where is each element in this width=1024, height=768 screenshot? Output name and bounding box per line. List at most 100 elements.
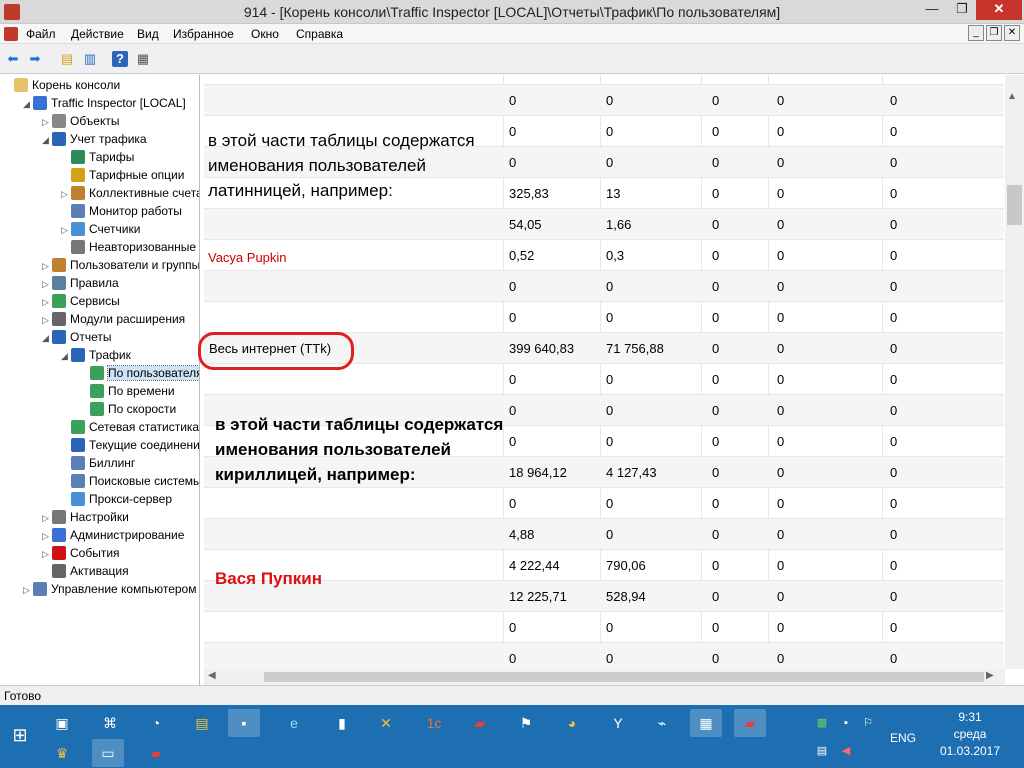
table-row[interactable] [204, 75, 1004, 85]
mmc-icon[interactable]: ▦ [690, 709, 722, 737]
tree-node[interactable]: ▷ Объекты [42, 112, 120, 130]
tree-node[interactable]: Монитор работы [61, 202, 182, 220]
traffic-inspector-icon[interactable]: ▰ [464, 709, 496, 737]
expand-arrow-icon[interactable]: ▷ [42, 257, 52, 275]
tree-node[interactable]: ▷ Коллективные счета [61, 184, 199, 203]
table-row[interactable]: 000000 [204, 271, 1004, 302]
tree-node[interactable]: ◢ Трафик [61, 346, 131, 364]
scroll-up-icon[interactable]: ▲ [1007, 91, 1017, 102]
tree-node[interactable]: Поисковые системы [61, 472, 199, 490]
save-icon[interactable]: ▪ [228, 709, 260, 737]
tree-node[interactable]: По времени [80, 382, 175, 400]
tree-node[interactable]: Неавторизованные IP [61, 238, 199, 256]
server-manager-icon[interactable]: ▣ [46, 709, 78, 737]
tray-network-icon[interactable]: ▤ [812, 737, 832, 765]
terminal-icon[interactable]: ▮ [326, 709, 358, 737]
tree-node[interactable]: ▷ Настройки [42, 508, 129, 526]
forward-icon[interactable]: ➡ [27, 51, 43, 67]
back-icon[interactable]: ⬅ [5, 51, 21, 67]
tree-node[interactable]: По скорости [80, 400, 176, 418]
tree-node[interactable]: Корень консоли [4, 76, 120, 94]
tree-node[interactable]: Тарифные опции [61, 166, 184, 184]
table-row[interactable]: 000000 [204, 302, 1004, 333]
expand-arrow-icon[interactable]: ▷ [42, 311, 52, 329]
expand-arrow-icon[interactable]: ▷ [42, 509, 52, 527]
expand-arrow-icon[interactable]: ▷ [61, 185, 71, 203]
expand-arrow-icon[interactable]: ▷ [42, 113, 52, 131]
table-row[interactable]: 0,520,30000. [204, 240, 1004, 271]
scroll-left-icon[interactable]: ◀ [208, 670, 216, 681]
expand-arrow-icon[interactable]: ▷ [42, 293, 52, 311]
expand-arrow-icon[interactable]: ◢ [42, 329, 52, 347]
expand-arrow-icon[interactable]: ▷ [42, 527, 52, 545]
tray-monitor-icon[interactable]: ▩ [812, 709, 832, 737]
tree-node[interactable]: По пользователям [80, 364, 199, 382]
menu-action[interactable]: Действие [71, 27, 124, 41]
clock[interactable]: 9:31 среда 01.03.2017 [930, 709, 1010, 760]
expand-arrow-icon[interactable]: ◢ [42, 131, 52, 149]
table-row[interactable]: 12 225,71528,9400012 [204, 581, 1004, 612]
horizontal-scrollbar[interactable]: ◀ ▶ [204, 669, 1005, 685]
tree-node[interactable]: Биллинг [61, 454, 135, 472]
table-row[interactable]: 000000 [204, 488, 1004, 519]
mdi-restore-button[interactable]: ❐ [986, 25, 1002, 41]
scroll-thumb[interactable] [1007, 185, 1022, 225]
show-tree-icon[interactable]: ▥ [82, 51, 98, 67]
tree-node[interactable]: Активация [42, 562, 129, 580]
mdi-close-button[interactable]: ✕ [1004, 25, 1020, 41]
expand-arrow-icon[interactable]: ◢ [23, 95, 33, 113]
tree-node[interactable]: ▷ Правила [42, 274, 119, 292]
tree-node[interactable]: Прокси-сервер [61, 490, 172, 508]
powershell-icon[interactable]: ⌘ [94, 709, 126, 737]
expand-arrow-icon[interactable]: ◢ [61, 347, 71, 365]
tree-node[interactable]: ▷ Модули расширения [42, 310, 185, 328]
expand-arrow-icon[interactable]: ▷ [42, 545, 52, 563]
tree-node[interactable]: ▷ Администрирование [42, 526, 184, 544]
expand-arrow-icon[interactable]: ▷ [23, 581, 33, 599]
close-button[interactable]: ✕ [976, 0, 1022, 20]
table-row[interactable]: 4,8800004. [204, 519, 1004, 550]
1c-icon[interactable]: 1c [418, 709, 450, 737]
tree-node[interactable]: ▷ Сервисы [42, 292, 120, 310]
ti-icon-2[interactable]: ▰ [140, 739, 172, 767]
menu-help[interactable]: Справка [296, 27, 343, 41]
properties-icon[interactable]: ▦ [135, 51, 151, 67]
language-indicator[interactable]: ENG [890, 731, 916, 745]
table-row[interactable]: 54,051,6600054 [204, 209, 1004, 240]
vertical-scrollbar[interactable]: ▲ [1005, 75, 1024, 669]
tree-node[interactable]: ◢ Отчеты [42, 328, 111, 346]
tray-flag-icon[interactable]: ⚐ [858, 709, 878, 737]
network-icon[interactable]: ⚑ [510, 709, 542, 737]
table-row[interactable]: 0 0 0 0 0 [204, 85, 1004, 116]
tree-node[interactable]: ▷ Пользователи и группы [42, 256, 199, 275]
start-icon[interactable]: ⊞ [4, 721, 36, 749]
menu-file[interactable]: Файл [26, 27, 56, 41]
hscroll-thumb[interactable] [264, 672, 984, 682]
mdi-app-icon[interactable] [4, 27, 18, 41]
table-row[interactable]: 000000 [204, 612, 1004, 643]
clock-app-icon[interactable]: ◔ [140, 709, 172, 737]
tree-node[interactable]: ▷ События [42, 544, 120, 562]
tray-sound-icon[interactable]: ◀ [836, 737, 856, 765]
paint-icon[interactable]: ◕ [556, 709, 588, 737]
cmd-icon[interactable]: ▭ [92, 739, 124, 767]
explorer-icon[interactable]: ▤ [186, 709, 218, 737]
perfmon-icon[interactable]: ⌁ [646, 709, 678, 737]
menu-window[interactable]: Окно [251, 27, 279, 41]
ti-console-icon[interactable]: ▰ [734, 709, 766, 737]
tree-node[interactable]: ◢ Traffic Inspector [LOCAL] [23, 94, 186, 112]
tray-display-icon[interactable]: ▪ [836, 709, 856, 737]
yandex-icon[interactable]: Y [602, 709, 634, 737]
tree-node[interactable]: Текущие соединения [61, 436, 199, 454]
mdi-minimize-button[interactable]: _ [968, 25, 984, 41]
ie-icon[interactable]: e [278, 709, 310, 737]
maximize-button[interactable]: ❐ [948, 0, 976, 20]
expand-arrow-icon[interactable]: ▷ [61, 221, 71, 239]
tree-node[interactable]: Сетевая статистика [61, 418, 199, 436]
menu-view[interactable]: Вид [137, 27, 159, 41]
up-folder-icon[interactable]: ▤ [59, 51, 75, 67]
help-icon[interactable]: ? [112, 51, 128, 67]
scroll-right-icon[interactable]: ▶ [986, 670, 994, 681]
table-row[interactable]: 4 222,44790,0600042 [204, 550, 1004, 581]
tree-node[interactable]: ▷ Счетчики [61, 220, 140, 238]
